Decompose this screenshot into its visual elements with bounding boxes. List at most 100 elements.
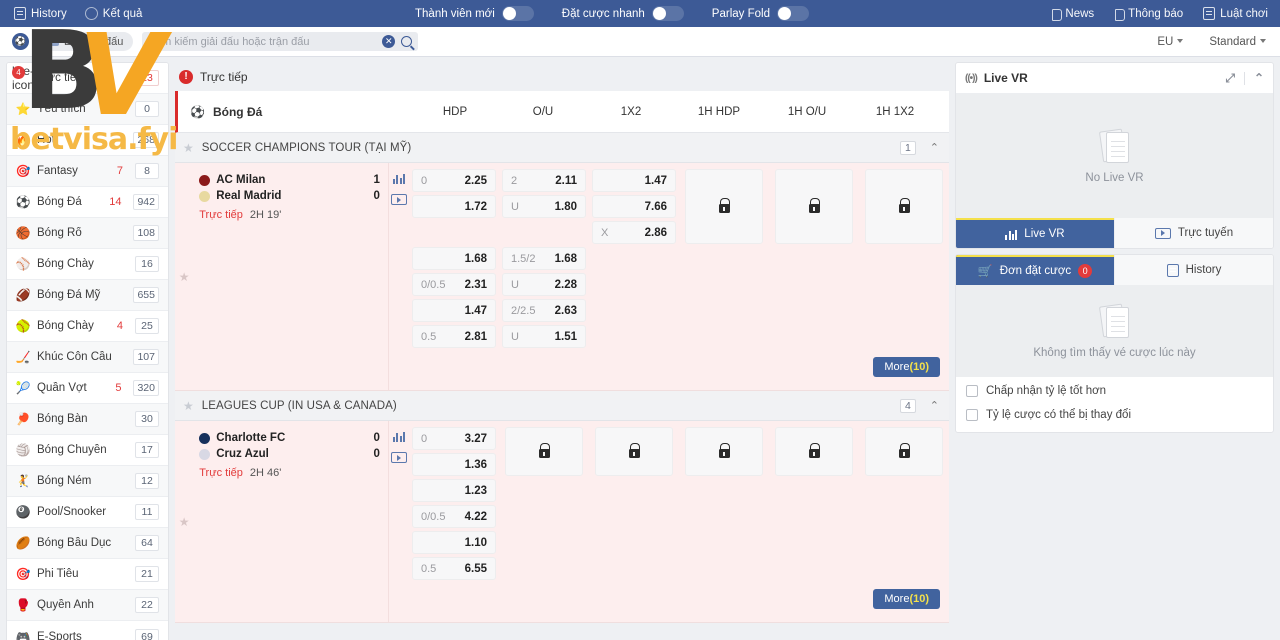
sidebar-item-10[interactable]: 🎾Quần Vợt5320 <box>7 373 168 404</box>
sidebar-item-11[interactable]: 🏓Bóng Bàn30 <box>7 404 168 435</box>
megaphone-icon <box>1051 9 1060 19</box>
sidebar-item-7[interactable]: 🏈Bóng Đá Mỹ655 <box>7 280 168 311</box>
odds-button[interactable]: 0.56.55 <box>412 557 496 580</box>
odds-button[interactable]: 02.25 <box>412 169 496 192</box>
odds-button[interactable]: 1.10 <box>412 531 496 554</box>
topbar-item-rules[interactable]: Luật chơi <box>1203 7 1268 20</box>
match-favorite-star[interactable]: ★ <box>175 163 193 390</box>
odds-button[interactable]: 1.36 <box>412 453 496 476</box>
toggle-quick-bet[interactable]: Đặt cược nhanh <box>562 6 684 21</box>
search-input[interactable]: Tìm kiếm giải đấu hoặc trận đấu ✕ <box>142 32 418 51</box>
odds-button[interactable]: U1.51 <box>502 325 586 348</box>
sidebar-item-count: 25 <box>135 318 159 334</box>
topbar-item-results[interactable]: Kết quả <box>85 7 143 20</box>
odds-button[interactable]: 22.11 <box>502 169 586 192</box>
sidebar-item-5[interactable]: 🏀Bóng Rổ108 <box>7 218 168 249</box>
toggle-switch-icon[interactable] <box>777 6 809 21</box>
toggle-parlay-fold[interactable]: Parlay Fold <box>712 6 809 21</box>
tab-betslip[interactable]: 🛒 Đơn đặt cược 0 <box>956 255 1114 285</box>
tab-truc-tuyen-label: Trực tuyến <box>1178 227 1233 239</box>
tv-icon[interactable] <box>391 194 407 205</box>
odds-button[interactable]: 1.72 <box>412 195 496 218</box>
odds-format-dropdown[interactable]: EU <box>1157 36 1183 48</box>
chevron-up-icon[interactable]: ⌃ <box>930 141 939 154</box>
sidebar-item-13[interactable]: 🤾Bóng Ném12 <box>7 466 168 497</box>
stats-bars-icon[interactable] <box>393 431 405 442</box>
expand-icon[interactable]: ⤢ <box>1225 71 1235 86</box>
chevron-up-icon[interactable]: ⌃ <box>930 399 939 412</box>
match-minute: 2H 46' <box>250 467 281 479</box>
league-filter-button[interactable]: Lọc giải đấu <box>37 32 133 51</box>
view-mode-dropdown[interactable]: Standard <box>1209 36 1266 48</box>
league-header-1[interactable]: ★LEAGUES CUP (IN USA & CANADA)4⌃ <box>175 391 949 421</box>
sidebar-item-9[interactable]: 🏒Khúc Côn Cầu107 <box>7 342 168 373</box>
sidebar-item-icon: 🎮 <box>16 630 30 640</box>
odds-cell: 1.23 0/0.54.22 <box>409 479 499 531</box>
stats-bars-icon[interactable] <box>393 173 405 184</box>
topbar-item-notifications[interactable]: Thông báo <box>1114 8 1183 20</box>
odds-button[interactable]: 1.68 <box>412 247 496 270</box>
odds-button[interactable]: 1.47 <box>412 299 496 322</box>
sidebar-item-14[interactable]: 🎱Pool/Snooker11 <box>7 497 168 528</box>
toggle-new-member[interactable]: Thành viên mới <box>415 6 534 21</box>
tv-icon[interactable] <box>391 452 407 463</box>
sidebar-item-count: 22 <box>135 597 159 613</box>
tab-live-vr[interactable]: Live VR <box>956 218 1114 248</box>
league-list: ★SOCCER CHAMPIONS TOUR (TẠI MỸ)1⌃★AC Mil… <box>175 133 949 623</box>
sidebar-item-12[interactable]: 🏐Bóng Chuyền17 <box>7 435 168 466</box>
odds-button[interactable]: 1.5/21.68 <box>502 247 586 270</box>
megaphone-icon <box>1114 9 1123 19</box>
sidebar-item-0[interactable]: live-icon4Trực tiếp23 <box>7 63 168 94</box>
toggle-switch-icon[interactable] <box>502 6 534 21</box>
tab-truc-tuyen[interactable]: Trực tuyến <box>1114 218 1273 248</box>
odds-button[interactable]: U2.28 <box>502 273 586 296</box>
search-icon[interactable] <box>401 36 412 47</box>
sidebar-item-2[interactable]: 🔥Hot268 <box>7 125 168 156</box>
odds-button[interactable]: 0.52.81 <box>412 325 496 348</box>
away-team-row: Cruz Azul0 <box>199 446 380 462</box>
sidebar-item-6[interactable]: ⚾Bóng Chày16 <box>7 249 168 280</box>
odds-button[interactable]: 7.66 <box>592 195 676 218</box>
match-favorite-star[interactable]: ★ <box>175 421 193 622</box>
match-info: AC Milan1Real Madrid0Trực tiếp2H 19' <box>193 163 389 390</box>
odds-button[interactable]: 0/0.52.31 <box>412 273 496 296</box>
more-markets-button[interactable]: More(10) <box>873 589 940 609</box>
sidebar-item-16[interactable]: 🎯Phi Tiêu21 <box>7 559 168 590</box>
topbar-item-history[interactable]: History <box>14 7 67 20</box>
sidebar-item-8[interactable]: 🥎Bóng Chày425 <box>7 311 168 342</box>
checkbox-icon[interactable] <box>966 409 978 421</box>
more-markets-button[interactable]: More(10) <box>873 357 940 377</box>
odds-button[interactable]: 03.27 <box>412 427 496 450</box>
odds-button[interactable]: 2/2.52.63 <box>502 299 586 322</box>
live-vr-empty-text: No Live VR <box>1085 172 1143 184</box>
odds-button[interactable]: 0/0.54.22 <box>412 505 496 528</box>
sidebar-item-17[interactable]: 🥊Quyền Anh22 <box>7 590 168 621</box>
sidebar-item-label: Bóng Đá Mỹ <box>37 289 126 301</box>
market-column-1h-hdp: 1H HDP <box>675 106 763 118</box>
favorite-star-icon[interactable]: ★ <box>183 399 194 413</box>
sidebar-item-3[interactable]: 🎯Fantasy78 <box>7 156 168 187</box>
option-odds-may-change-label: Tỷ lệ cược có thể bị thay đổi <box>986 409 1131 421</box>
sidebar-item-1[interactable]: ⭐Yêu thích0 <box>7 94 168 125</box>
odds-button[interactable]: 1.23 <box>412 479 496 502</box>
odds-button[interactable]: X2.86 <box>592 221 676 244</box>
option-accept-better-odds[interactable]: Chấp nhận tỷ lệ tốt hơn <box>956 379 1273 403</box>
favorite-star-icon[interactable]: ★ <box>183 141 194 155</box>
topbar-left-group: History Kết quả <box>0 7 142 20</box>
chevron-up-icon[interactable]: ⌃ <box>1254 71 1264 85</box>
topbar-item-news[interactable]: News <box>1051 8 1094 20</box>
toggle-switch-icon[interactable] <box>652 6 684 21</box>
odds-button[interactable]: U1.80 <box>502 195 586 218</box>
odds-button[interactable]: 1.47 <box>592 169 676 192</box>
sidebar-item-4[interactable]: ⚽Bóng Đá14942 <box>7 187 168 218</box>
sidebar-item-18[interactable]: 🎮E-Sports69 <box>7 621 168 640</box>
odds-handicap: U <box>511 201 541 213</box>
sidebar-item-15[interactable]: 🏉Bóng Bầu Dục64 <box>7 528 168 559</box>
tab-betslip-history[interactable]: History <box>1114 255 1273 285</box>
checkbox-icon[interactable] <box>966 385 978 397</box>
sport-selector-button[interactable]: ⚽ <box>12 33 29 50</box>
league-header-0[interactable]: ★SOCCER CHAMPIONS TOUR (TẠI MỸ)1⌃ <box>175 133 949 163</box>
option-odds-may-change[interactable]: Tỷ lệ cược có thể bị thay đổi <box>956 403 1273 427</box>
locked-market <box>775 169 853 244</box>
clear-search-icon[interactable]: ✕ <box>382 35 395 48</box>
